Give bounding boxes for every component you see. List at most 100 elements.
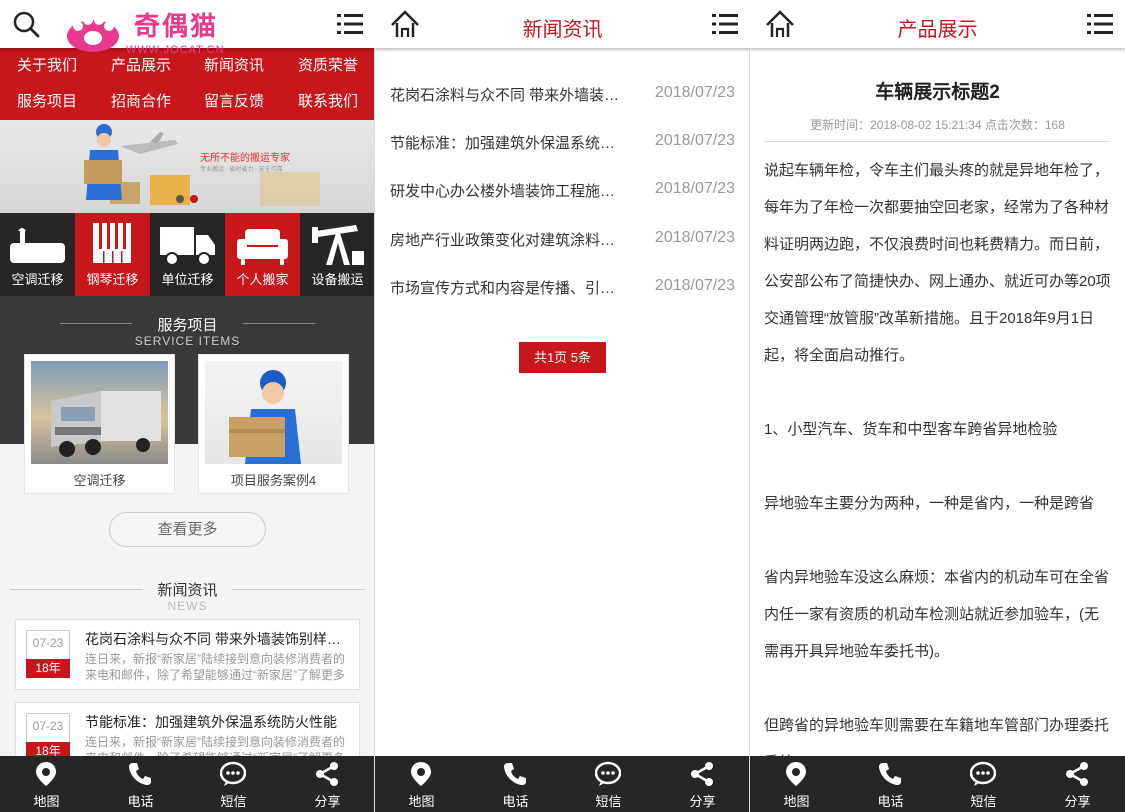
banner-subtext: 专业搬运 · 省时省力 · 安全可靠 (200, 167, 283, 173)
news-item-date: 2018/07/23 (654, 277, 735, 294)
nav-item-contact[interactable]: 联系我们 (281, 84, 375, 120)
service-tile-label: 钢琴迁移 (86, 272, 139, 287)
sms-button[interactable]: 短信 (562, 756, 655, 812)
divider (60, 323, 132, 324)
phone-label: 电话 (127, 794, 154, 809)
nav-item-feedback[interactable]: 留言反馈 (187, 84, 281, 120)
news-list-item[interactable]: 市场宣传方式和内容是传播、引导消费者 2018/07/23 (390, 264, 735, 312)
mover-photo (205, 361, 342, 464)
phone-icon (129, 763, 151, 785)
share-icon (691, 762, 713, 786)
bottom-toolbar: 地图 电话 短信 分享 (375, 756, 750, 812)
news-list-item[interactable]: 节能标准：加强建筑外保温系统防火性能 2018/07/23 (390, 119, 735, 167)
news-header: 新闻资讯 (375, 0, 750, 48)
article-paragraph: 省内异地验车没这么麻烦：本省内的机动车可在全省内任一家有资质的机动车检测站就近参… (764, 569, 1110, 660)
nav-item-cooperation[interactable]: 招商合作 (94, 84, 188, 120)
truck-icon (160, 227, 215, 266)
news-card-desc: 连日来，新报“新家居”陆续接到意向装修消费者的来电和邮件，除了希望能够通过“新家… (85, 652, 345, 682)
service-card[interactable]: 项目服务案例4 (198, 354, 349, 494)
service-tile-piano[interactable]: 钢琴迁移 (75, 213, 150, 296)
service-tile-sofa[interactable]: 个人搬家 (225, 213, 300, 296)
service-tile-truck[interactable]: 单位迁移 (150, 213, 225, 296)
date-month-day: 07-23 (32, 719, 64, 733)
share-button[interactable]: 分享 (656, 756, 749, 812)
pumpjack-icon (312, 225, 364, 265)
menu-icon[interactable] (712, 12, 738, 36)
divider (232, 589, 365, 590)
news-item-title: 节能标准：加强建筑外保温系统防火性能 (390, 135, 630, 152)
phone-button[interactable]: 电话 (94, 756, 187, 812)
date-month-day: 07-23 (32, 636, 64, 650)
nav-item-services[interactable]: 服务项目 (0, 84, 94, 120)
article-meta: 更新时间：2018-08-02 15:21:34 点击次数：168 (810, 118, 1065, 132)
piano-icon (93, 223, 131, 263)
article-title: 车辆展示标题2 (875, 82, 1000, 103)
phone-button[interactable]: 电话 (844, 756, 937, 812)
date-badge: 07-23 18年 (26, 630, 70, 678)
news-list-item[interactable]: 房地产行业政策变化对建筑涂料行业的影响 2018/07/23 (390, 216, 735, 264)
home-panel: 奇偶猫 WWW.JOCAT.CN 关于我们 产品展示 新闻资讯 资质荣誉 服务项… (0, 0, 375, 812)
nav-item-honors[interactable]: 资质荣誉 (281, 48, 375, 84)
service-card-caption: 空调迁移 (73, 473, 126, 488)
share-button[interactable]: 分享 (1031, 756, 1124, 812)
divider (243, 323, 315, 324)
service-tile-label: 设备搬运 (311, 272, 364, 287)
map-button[interactable]: 地图 (0, 756, 93, 812)
service-tile-aircon[interactable]: 空调迁移 (0, 213, 75, 296)
search-icon[interactable] (12, 10, 40, 38)
phone-label: 电话 (502, 794, 529, 809)
news-section-title: 新闻资讯 NEWS (0, 579, 375, 613)
product-detail-panel: 产品展示 车辆展示标题2 更新时间：2018-08-02 15:21:34 点击… (750, 0, 1125, 812)
news-item-title: 房地产行业政策变化对建筑涂料行业的影响 (390, 232, 630, 249)
view-more-button[interactable]: 查看更多 (109, 512, 266, 547)
phone-icon (879, 763, 901, 785)
sms-label: 短信 (220, 794, 247, 809)
share-label: 分享 (314, 794, 341, 809)
phone-label: 电话 (877, 794, 904, 809)
pagination-info: 共1页 5条 (519, 342, 606, 373)
news-card-title: 节能标准：加强建筑外保温系统防火性能 (85, 714, 337, 730)
share-icon (1066, 762, 1088, 786)
sms-button[interactable]: 短信 (937, 756, 1030, 812)
menu-icon[interactable] (337, 12, 363, 36)
message-icon (595, 761, 621, 786)
phone-button[interactable]: 电话 (469, 756, 562, 812)
service-card-caption: 项目服务案例4 (230, 473, 317, 488)
news-item-title: 花岗石涂料与众不同 带来外墙装饰别样风采 (390, 87, 630, 104)
service-title: 服务项目 (157, 317, 218, 334)
map-button[interactable]: 地图 (375, 756, 468, 812)
page-title: 产品展示 (897, 19, 978, 41)
service-tile-label: 个人搬家 (236, 272, 289, 287)
bottom-toolbar: 地图 电话 短信 分享 (0, 756, 375, 812)
air-conditioner-icon (10, 228, 65, 263)
site-logo[interactable]: 奇偶猫 WWW.JOCAT.CN (62, 4, 242, 60)
service-card[interactable]: 空调迁移 (24, 354, 175, 494)
message-icon (220, 761, 246, 786)
news-item-date: 2018/07/23 (654, 84, 735, 101)
app-root: 奇偶猫 WWW.JOCAT.CN 关于我们 产品展示 新闻资讯 资质荣誉 服务项… (0, 0, 1125, 812)
news-card[interactable]: 07-23 18年 花岗石涂料与众不同 带来外墙装饰别样风采 连日来，新报“新家… (15, 619, 360, 690)
sms-button[interactable]: 短信 (187, 756, 280, 812)
map-pin-icon (411, 762, 431, 786)
sms-label: 短信 (595, 794, 622, 809)
map-label: 地图 (408, 794, 435, 809)
map-pin-icon (36, 762, 56, 786)
news-list-item[interactable]: 研发中心办公楼外墙装饰工程施工方案 2018/07/23 (390, 167, 735, 215)
map-button[interactable]: 地图 (750, 756, 843, 812)
divider (764, 141, 1110, 142)
banner-slogan: 无所不能的搬运专家 (200, 153, 290, 164)
map-pin-icon (786, 762, 806, 786)
menu-icon[interactable] (1087, 12, 1113, 36)
sms-label: 短信 (970, 794, 997, 809)
news-item-title: 市场宣传方式和内容是传播、引导消费者 (390, 280, 630, 297)
date-badge: 07-23 18年 (26, 713, 70, 761)
share-label: 分享 (689, 794, 716, 809)
sofa-icon (237, 229, 288, 265)
news-list-item[interactable]: 花岗石涂料与众不同 带来外墙装饰别样风采 2018/07/23 (390, 71, 735, 119)
carousel-dot-2[interactable] (190, 195, 198, 203)
hero-banner[interactable]: 无所不能的搬运专家 专业搬运 · 省时省力 · 安全可靠 (0, 120, 375, 213)
service-tile-equipment[interactable]: 设备搬运 (300, 213, 375, 296)
share-button[interactable]: 分享 (281, 756, 374, 812)
news-list-panel: 新闻资讯 花岗石涂料与众不同 带来外墙装饰别样风采 2018/07/23 节能标准… (375, 0, 750, 812)
carousel-dot-1[interactable] (176, 195, 184, 203)
